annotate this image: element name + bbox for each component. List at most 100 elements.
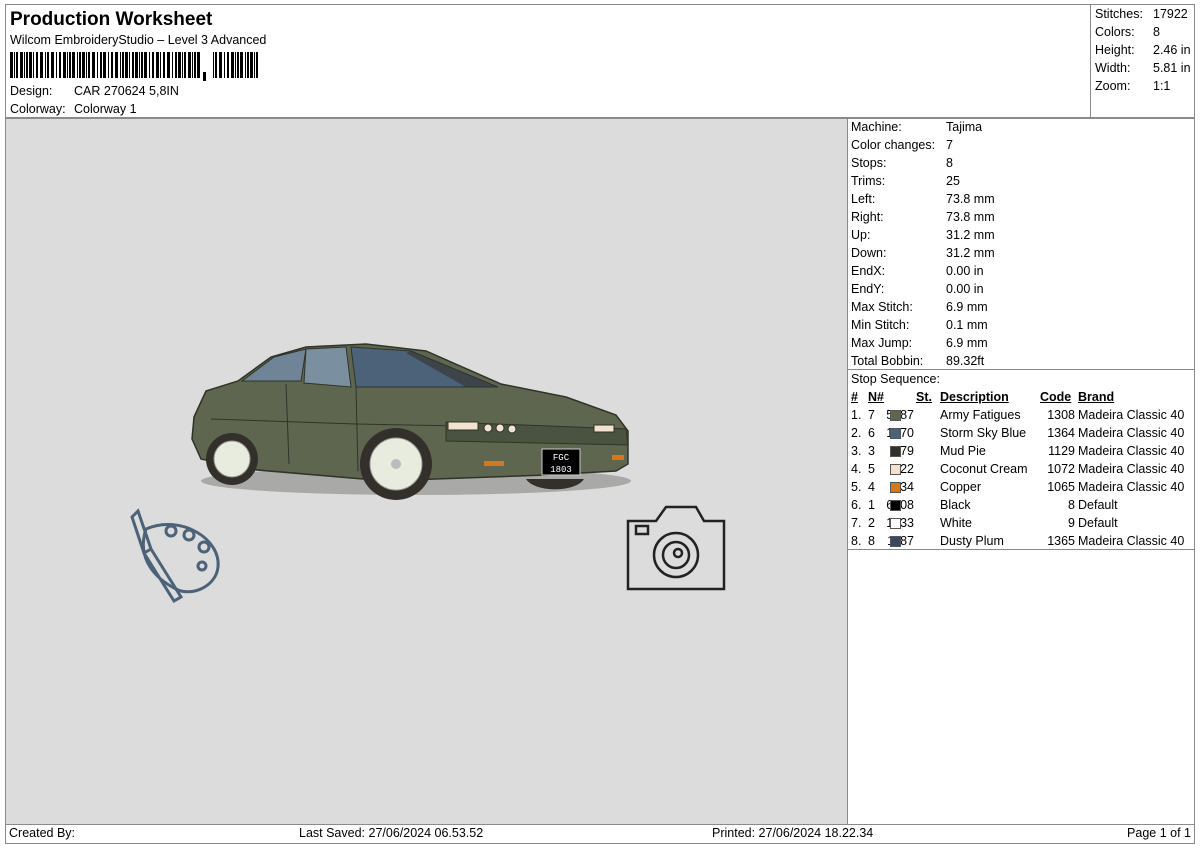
info-row: Color changes: 7 (851, 138, 953, 152)
col-code: Code (1040, 390, 1072, 404)
cell-desc: Storm Sky Blue (940, 426, 1027, 440)
info-row: Left: 73.8 mm (851, 192, 995, 206)
cell-n: 3 (868, 444, 875, 458)
cell-desc: Army Fatigues (940, 408, 1021, 422)
cell-n: 7 (868, 408, 875, 422)
info-row: Total Bobbin: 89.32ft (851, 354, 985, 368)
col-brand: Brand (1078, 390, 1115, 404)
cell-num: 7. (851, 516, 862, 530)
cell-desc: Mud Pie (940, 444, 986, 458)
cell-brand: Madeira Classic 40 (1078, 462, 1185, 476)
stat-height: Height: 2.46 in (1095, 43, 1191, 57)
cell-desc: Black (940, 498, 971, 512)
info-row: Down: 31.2 mm (851, 246, 995, 260)
cell-code: 8 (1068, 498, 1075, 512)
camera-icon (626, 505, 726, 591)
stop-sequence-heading: Stop Sequence: (851, 372, 940, 386)
cell-brand: Default (1078, 498, 1118, 512)
cell-desc: Coconut Cream (940, 462, 1028, 476)
color-swatch (890, 428, 901, 439)
divider (848, 369, 1194, 370)
cell-code: 1308 (1047, 408, 1075, 422)
col-num: # (851, 390, 858, 404)
car-icon: FGC 1803 (191, 343, 631, 500)
last-saved: Last Saved: 27/06/2024 06.53.52 (299, 826, 484, 840)
info-row: Min Stitch: 0.1 mm (851, 318, 988, 332)
col-description: Description (940, 390, 1009, 404)
cell-brand: Madeira Classic 40 (1078, 426, 1185, 440)
color-swatch (890, 482, 901, 493)
table-row: 1.75187Army Fatigues1308Madeira Classic … (848, 408, 1194, 426)
cell-n: 4 (868, 480, 875, 494)
cell-num: 6. (851, 498, 862, 512)
info-row: EndX: 0.00 in (851, 264, 984, 278)
colorway-label: Colorway: (10, 102, 66, 116)
cell-brand: Madeira Classic 40 (1078, 408, 1185, 422)
stat-zoom: Zoom: 1:1 (1095, 79, 1171, 93)
cell-brand: Madeira Classic 40 (1078, 534, 1185, 548)
plate-line-1: FGC (553, 453, 570, 463)
stat-stitches: Stitches: 17922 (1095, 7, 1188, 21)
design-value: CAR 270624 5,8IN (74, 84, 179, 98)
table-row: 6.16608Black8Default (848, 498, 1194, 516)
color-swatch (890, 518, 901, 529)
embroidery-design: FGC 1803 (130, 343, 726, 604)
design-stats: Stitches: 17922 Colors: 8 Height: 2.46 in W… (1091, 4, 1195, 118)
printed-date: Printed: 27/06/2024 18.22.34 (712, 826, 874, 840)
barcode-icon (10, 52, 258, 81)
cell-num: 4. (851, 462, 862, 476)
cell-num: 8. (851, 534, 862, 548)
table-row: 3. 3 679 Mud Pie 1129 Madeira Classic 40 (848, 444, 1194, 462)
colorway-value: Colorway 1 (74, 102, 137, 116)
cell-desc: Copper (940, 480, 981, 494)
cell-code: 1065 (1047, 480, 1075, 494)
info-row: Stops: 8 (851, 156, 953, 170)
software-name: Wilcom EmbroideryStudio – Level 3 Advanc… (10, 33, 267, 47)
info-row: Right: 73.8 mm (851, 210, 995, 224)
design-preview: FGC 1803 (5, 118, 848, 825)
table-row: 2.61370Storm Sky Blue1364Madeira Classic… (848, 426, 1194, 444)
cell-num: 3. (851, 444, 862, 458)
cell-n: 8 (868, 534, 875, 548)
info-row: Trims: 25 (851, 174, 960, 188)
plate-line-2: 1803 (550, 465, 572, 475)
cell-n: 6 (868, 426, 875, 440)
cell-n: 2 (868, 516, 875, 530)
cell-code: 1365 (1047, 534, 1075, 548)
cell-desc: White (940, 516, 972, 530)
page-title: Production Worksheet (10, 9, 213, 30)
machine-info-panel: Machine: Tajima Color changes: 7 Stops: 8 T… (848, 118, 1195, 825)
design-label: Design: (10, 84, 53, 98)
col-needle: N# (868, 390, 884, 404)
created-by: Created By: (9, 826, 76, 840)
design-row: Design: CAR 270624 5,8IN (10, 84, 179, 98)
cell-brand: Madeira Classic 40 (1078, 444, 1185, 458)
page-number: Page 1 of 1 (1127, 826, 1191, 840)
worksheet-footer: Created By: Last Saved: 27/06/2024 06.53… (5, 825, 1195, 844)
cell-num: 1. (851, 408, 862, 422)
cell-desc: Dusty Plum (940, 534, 1004, 548)
cell-num: 2. (851, 426, 862, 440)
color-swatch (890, 500, 901, 511)
cell-n: 1 (868, 498, 875, 512)
cell-brand: Madeira Classic 40 (1078, 480, 1185, 494)
cell-code: 1364 (1047, 426, 1075, 440)
info-row: EndY: 0.00 in (851, 282, 984, 296)
divider (848, 549, 1194, 550)
cell-n: 5 (868, 462, 875, 476)
cell-brand: Default (1078, 516, 1118, 530)
color-swatch (890, 410, 901, 421)
color-swatch (890, 464, 901, 475)
color-swatch (890, 446, 901, 457)
cell-code: 9 (1068, 516, 1075, 530)
stat-width: Width: 5.81 in (1095, 61, 1191, 75)
colorway-row: Colorway: Colorway 1 (10, 102, 137, 116)
color-swatch (890, 536, 901, 547)
cell-code: 1129 (1048, 444, 1075, 458)
info-row: Up: 31.2 mm (851, 228, 995, 242)
worksheet-header: Production Worksheet Wilcom EmbroiderySt… (5, 4, 1091, 118)
table-row: 7.21933White9Default (848, 516, 1194, 534)
table-row: 4. 5 822 Coconut Cream 1072 Madeira Classic 4… (848, 462, 1194, 480)
stat-colors: Colors: 8 (1095, 25, 1160, 39)
col-stitches: St. (916, 390, 932, 404)
